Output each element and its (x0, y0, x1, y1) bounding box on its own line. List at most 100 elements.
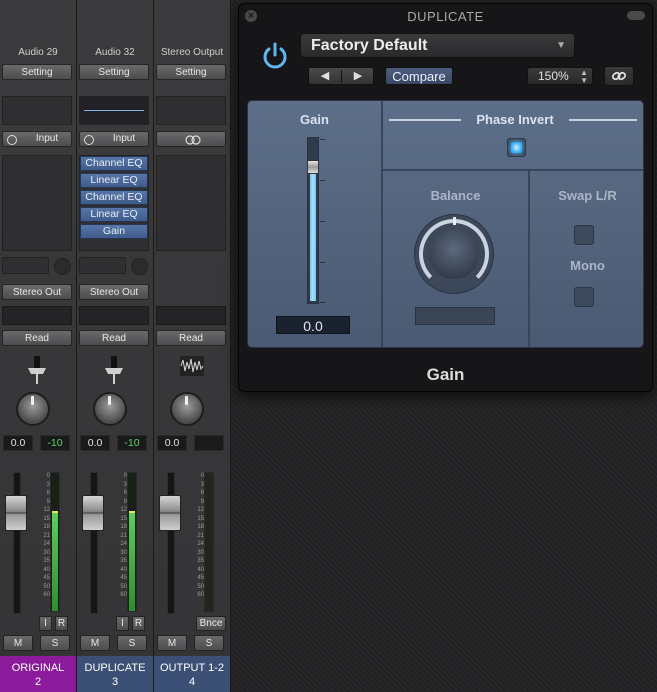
phase-invert-toggle[interactable] (507, 138, 526, 157)
gain-plugin-panel: Gain 0.0 Phase Invert Balance Swap L/R M… (247, 100, 644, 348)
automation-mode-button[interactable]: Read (79, 330, 149, 346)
input-label: Input (112, 133, 136, 144)
solo-button[interactable]: S (117, 635, 147, 651)
pan-knob[interactable] (170, 392, 204, 426)
record-enable-button[interactable]: R (132, 616, 145, 631)
next-preset-button[interactable]: ▶ (342, 68, 374, 85)
level-meter (50, 472, 60, 612)
mute-button[interactable]: M (80, 635, 110, 651)
plugin-slot-linear-eq[interactable]: Linear EQ (80, 207, 148, 222)
level-meter (204, 472, 214, 612)
output-button[interactable]: Stereo Out (2, 284, 72, 300)
send-slot[interactable] (79, 257, 126, 274)
send-knob[interactable] (131, 258, 148, 275)
peak-value[interactable]: -10 (117, 435, 147, 451)
balance-value-field[interactable] (415, 307, 495, 325)
gain-slider-fill (310, 167, 316, 301)
link-icon (611, 71, 627, 81)
track-icon (28, 356, 46, 384)
preset-nav: ◀ ▶ (308, 67, 374, 85)
plugin-slot-channel-eq[interactable]: Channel EQ (80, 190, 148, 205)
meter-scale: 0 3 6 9 12 15 18 21 24 30 35 40 45 50 60 (120, 473, 127, 598)
setting-button[interactable]: Setting (156, 64, 226, 80)
pan-knob[interactable] (93, 392, 127, 426)
volume-fader[interactable] (82, 495, 104, 531)
eq-thumbnail[interactable] (156, 96, 226, 125)
peak-value[interactable] (194, 435, 224, 451)
channel-name: Audio 32 (95, 47, 135, 58)
volume-fader[interactable] (5, 495, 27, 531)
record-enable-button[interactable]: R (55, 616, 68, 631)
channel-footer[interactable]: OUTPUT 1-2 4 (154, 656, 230, 692)
setting-button[interactable]: Setting (2, 64, 72, 80)
phase-invert-rule (389, 119, 461, 121)
solo-button[interactable]: S (40, 635, 70, 651)
input-monitor-button[interactable]: I (39, 616, 52, 631)
gain-value-field[interactable]: 0.0 (276, 316, 350, 334)
group-slot[interactable] (2, 306, 72, 325)
preset-menu[interactable]: Factory Default ▼ (300, 33, 575, 58)
fader-track[interactable] (90, 472, 98, 614)
fader-track[interactable] (13, 472, 21, 614)
swap-lr-checkbox[interactable] (574, 225, 594, 245)
footer-track-name: OUTPUT 1-2 (160, 662, 224, 674)
output-button[interactable]: Stereo Out (79, 284, 149, 300)
meter-scale: 0 3 6 9 12 15 18 21 24 30 35 40 45 50 60 (43, 473, 50, 598)
group-slot[interactable] (79, 306, 149, 325)
audio-fx-slots[interactable] (156, 155, 226, 251)
stereo-link-icon (185, 135, 201, 145)
setting-button[interactable]: Setting (79, 64, 149, 80)
pan-knob[interactable] (16, 392, 50, 426)
send-knob[interactable] (54, 258, 71, 275)
footer-track-number: 2 (34, 676, 42, 688)
mono-ring-icon (84, 135, 94, 145)
meter-scale: 0 3 6 9 12 15 18 21 24 30 35 40 45 50 60 (197, 473, 204, 598)
input-button[interactable]: Input (79, 131, 149, 147)
window-title: DUPLICATE (407, 9, 484, 24)
level-meter (127, 472, 137, 612)
volume-value[interactable]: 0.0 (80, 435, 110, 451)
plugin-slot-linear-eq[interactable]: Linear EQ (80, 173, 148, 188)
zoom-value: 150% (538, 69, 569, 83)
mono-label: Mono (570, 258, 605, 273)
gain-label: Gain (300, 112, 329, 127)
link-button[interactable] (604, 66, 634, 86)
audio-fx-slots[interactable] (2, 155, 72, 251)
toolbar-toggle[interactable] (627, 11, 645, 20)
peak-value[interactable]: -10 (40, 435, 70, 451)
balance-knob[interactable] (414, 214, 494, 294)
plugin-window: × DUPLICATE Factory Default ▼ ◀ ▶ Compar… (238, 3, 653, 392)
eq-thumbnail[interactable] (2, 96, 72, 125)
input-monitor-button[interactable]: I (116, 616, 129, 631)
previous-preset-button[interactable]: ◀ (309, 68, 341, 85)
power-icon[interactable] (259, 40, 291, 72)
group-slot[interactable] (156, 306, 226, 325)
bounce-button[interactable]: Bnce (196, 616, 226, 631)
volume-fader[interactable] (159, 495, 181, 531)
plugin-slot-channel-eq[interactable]: Channel EQ (80, 156, 148, 171)
zoom-stepper[interactable]: 150% ▲ ▼ (527, 67, 593, 85)
volume-value[interactable]: 0.0 (3, 435, 33, 451)
compare-button[interactable]: Compare (385, 67, 453, 85)
stereo-format-button[interactable] (156, 131, 226, 147)
eq-thumbnail[interactable] (79, 96, 149, 125)
volume-value[interactable]: 0.0 (157, 435, 187, 451)
mono-checkbox[interactable] (574, 287, 594, 307)
solo-button[interactable]: S (194, 635, 224, 651)
send-slot[interactable] (2, 257, 49, 274)
automation-mode-button[interactable]: Read (156, 330, 226, 346)
mute-button[interactable]: M (3, 635, 33, 651)
panel-divider (381, 101, 383, 347)
fader-track[interactable] (167, 472, 175, 614)
panel-divider (383, 169, 643, 171)
automation-mode-button[interactable]: Read (2, 330, 72, 346)
chevron-down-icon: ▼ (556, 40, 566, 51)
input-button[interactable]: Input (2, 131, 72, 147)
channel-footer[interactable]: ORIGINAL 2 (0, 656, 76, 692)
output-waveform-icon (180, 356, 204, 376)
mute-button[interactable]: M (157, 635, 187, 651)
gain-slider-handle[interactable] (307, 160, 319, 174)
plugin-slot-gain[interactable]: Gain (80, 224, 148, 239)
channel-footer[interactable]: DUPLICATE 3 (77, 656, 153, 692)
channel-strip-audio-32: Audio 32 Setting Input Channel EQ Linear… (77, 0, 154, 692)
